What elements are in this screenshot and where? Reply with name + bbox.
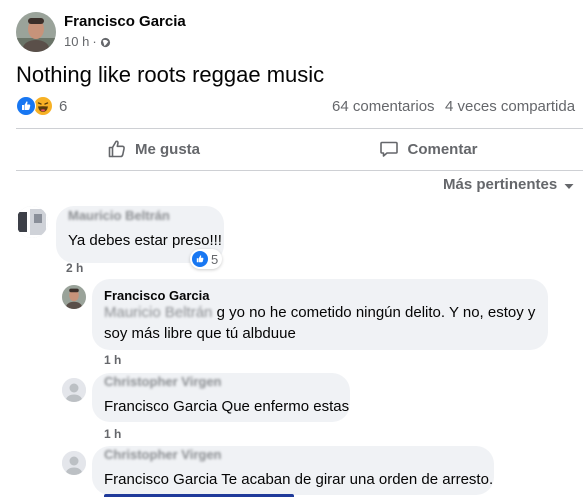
reply-author[interactable]: Christopher Virgen bbox=[104, 374, 222, 389]
globe-icon bbox=[100, 36, 111, 48]
post-text: Nothing like roots reggae music bbox=[16, 62, 325, 87]
divider-top bbox=[16, 128, 583, 129]
comment-button[interactable]: Comentar bbox=[291, 131, 566, 167]
reply-text-line2: soy más libre que tú albduue bbox=[104, 325, 296, 342]
comment-reactions[interactable]: 5 bbox=[190, 249, 223, 269]
reply-author[interactable]: Christopher Virgen bbox=[104, 447, 222, 462]
default-avatar-icon bbox=[62, 378, 86, 402]
comment-text: Ya debes estar preso!!! bbox=[68, 232, 222, 249]
reaction-count: 6 bbox=[59, 97, 68, 115]
comment-label: Comentar bbox=[407, 140, 478, 158]
author-photo bbox=[16, 12, 56, 52]
reply-text: Francisco Garcia Te acaban de girar una … bbox=[104, 471, 494, 488]
comment-reaction-count: 5 bbox=[211, 251, 219, 267]
like-label: Me gusta bbox=[134, 140, 200, 158]
like-button[interactable]: Me gusta bbox=[16, 131, 291, 167]
shares-count[interactable]: 4 veces compartida bbox=[445, 98, 575, 115]
reply-bubble: Christopher Virgen Francisco Garcia Que … bbox=[92, 373, 350, 422]
reply-text-line1: g yo no he cometido ningún delito. Y no,… bbox=[216, 304, 536, 321]
default-avatar-icon bbox=[62, 451, 86, 475]
reactions-summary[interactable]: 6 bbox=[16, 96, 67, 116]
post-meta: 10 h · bbox=[64, 34, 111, 49]
speech-bubble-icon bbox=[379, 139, 399, 159]
reply-bubble: Christopher Virgen Francisco Garcia Te a… bbox=[92, 446, 494, 495]
comment-time[interactable]: 2 h bbox=[66, 261, 83, 275]
thumbs-up-icon bbox=[107, 139, 127, 159]
reply-bubble: Francisco Garcia Mauricio Beltrán g yo n… bbox=[92, 279, 548, 350]
reply-mention[interactable]: Mauricio Beltrán bbox=[104, 304, 212, 321]
reply-time[interactable]: 1 h bbox=[104, 427, 121, 441]
commenter-photo bbox=[16, 206, 48, 238]
author-photo bbox=[62, 285, 86, 309]
commenter-avatar[interactable] bbox=[16, 206, 48, 238]
reply-text: Francisco Garcia Que enfermo estas bbox=[104, 398, 350, 415]
reply-avatar[interactable] bbox=[62, 378, 86, 402]
like-reaction-icon bbox=[192, 251, 208, 267]
sort-label: Más pertinentes bbox=[443, 176, 558, 193]
reply-time[interactable]: 1 h bbox=[104, 353, 121, 367]
reply-text: Mauricio Beltrán g yo no he cometido nin… bbox=[104, 303, 535, 323]
sort-selector[interactable]: Más pertinentes bbox=[443, 176, 575, 193]
post-author-name[interactable]: Francisco Garcia bbox=[64, 13, 186, 30]
caret-down-icon bbox=[563, 179, 575, 191]
haha-reaction-icon bbox=[33, 96, 53, 116]
meta-dot: · bbox=[92, 34, 97, 49]
like-reaction-icon bbox=[16, 96, 36, 116]
reply-author[interactable]: Francisco Garcia bbox=[104, 288, 210, 303]
post-time[interactable]: 10 h bbox=[64, 34, 89, 49]
divider-bottom bbox=[16, 170, 583, 171]
comment-author[interactable]: Mauricio Beltrán bbox=[68, 208, 170, 223]
comments-count[interactable]: 64 comentarios bbox=[332, 98, 435, 115]
reply-avatar[interactable] bbox=[62, 451, 86, 475]
author-avatar[interactable] bbox=[16, 12, 56, 52]
reply-avatar[interactable] bbox=[62, 285, 86, 309]
